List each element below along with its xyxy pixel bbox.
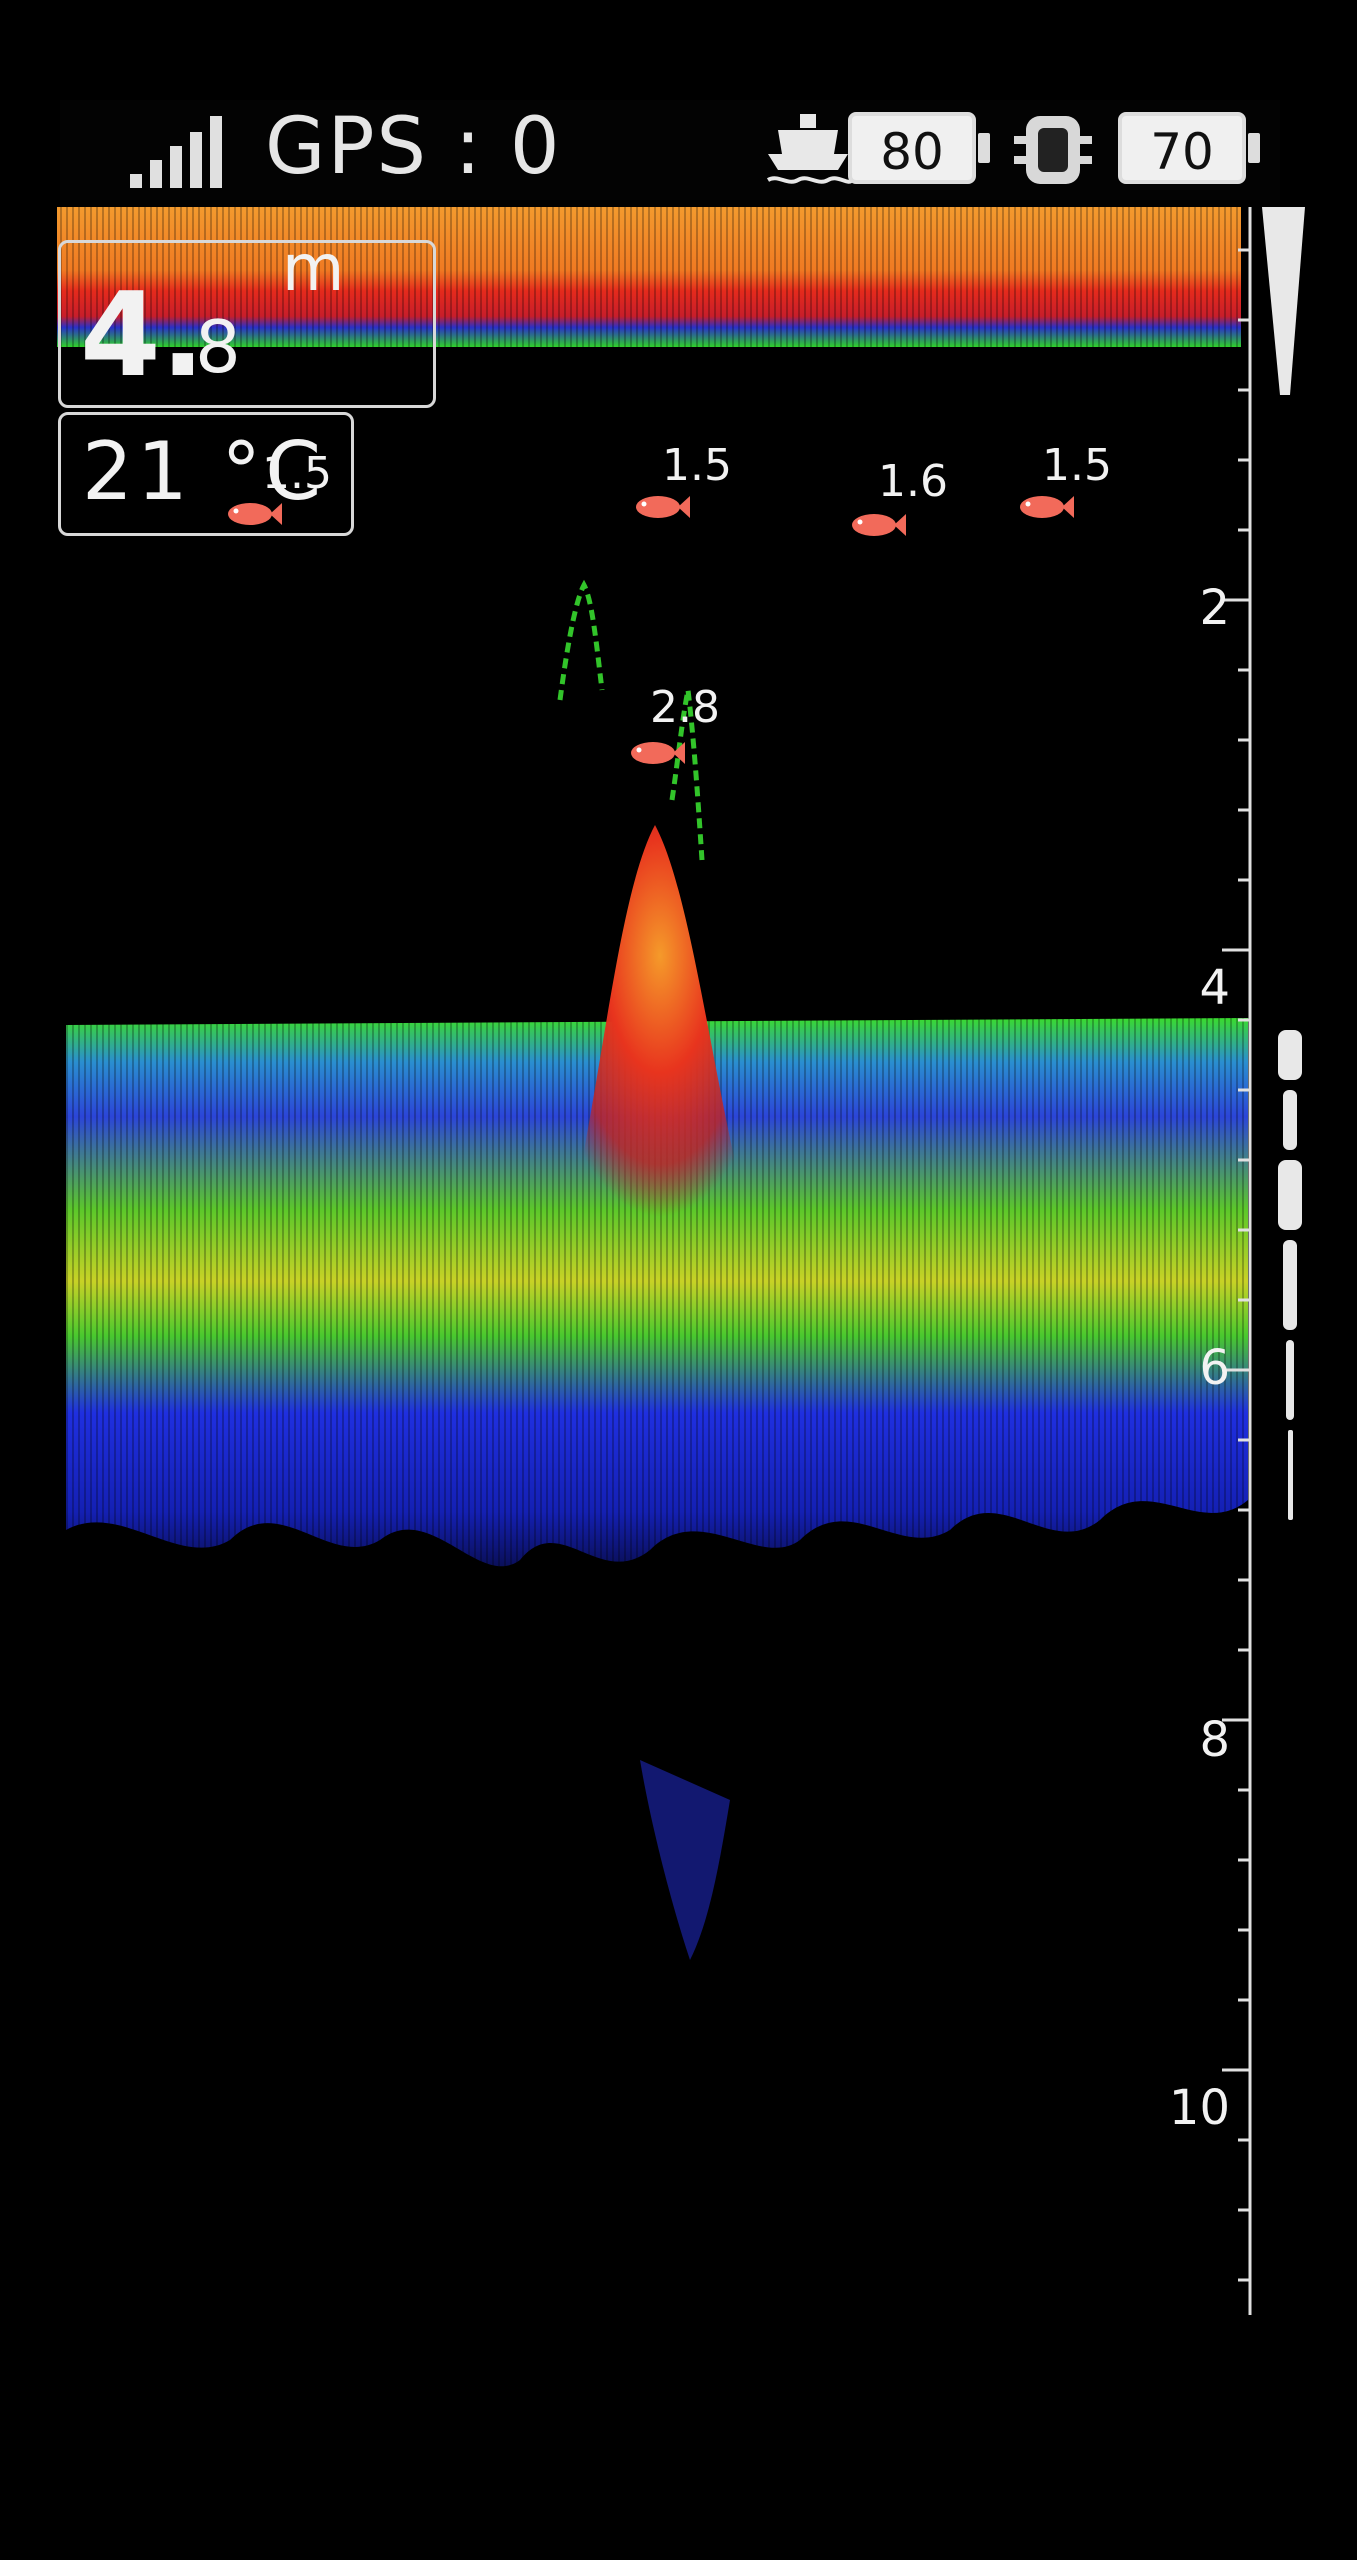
fish-depth-label: 1.5 <box>1042 440 1112 491</box>
fish-icon <box>631 742 685 764</box>
sonar-screen: GPS : 0 80 70 4. 8 m 21 °C 2 4 6 8 10 1.… <box>0 0 1357 2560</box>
fish-depth-label: 1.5 <box>662 440 732 491</box>
battery-tip <box>978 133 990 163</box>
scale-label: 6 <box>1199 1340 1230 1396</box>
range-indicator <box>1278 1030 1302 1520</box>
depth-unit: m <box>282 232 345 306</box>
fish-icon <box>852 514 906 536</box>
depth-value-whole: 4. <box>80 268 205 403</box>
sonar-device-icon <box>1012 110 1094 190</box>
scale-label: 8 <box>1199 1712 1230 1768</box>
depth-value-decimal: 8 <box>195 305 241 389</box>
boat-icon <box>762 108 854 190</box>
sensitivity-slider-icon <box>1262 207 1305 395</box>
status-bar <box>60 100 1280 200</box>
gps-status-label: GPS : 0 <box>265 102 562 192</box>
fish-depth-label: 1.6 <box>878 456 948 507</box>
scale-label: 2 <box>1199 580 1230 636</box>
battery-tip <box>1248 133 1260 163</box>
signal-bars-icon <box>130 112 230 188</box>
scale-label: 4 <box>1199 960 1230 1016</box>
deep-faint-return <box>640 1760 730 1960</box>
fish-depth-label: 2.8 <box>650 682 720 733</box>
fish-depth-label: 1.5 <box>262 448 332 499</box>
fish-icon <box>636 496 690 518</box>
boat-battery-level: 80 <box>848 112 976 184</box>
device-battery-level: 70 <box>1118 112 1246 184</box>
scale-label: 10 <box>1168 2080 1230 2136</box>
fish-arch <box>557 579 605 701</box>
fish-icon <box>1020 496 1074 518</box>
fish-icon <box>228 503 282 525</box>
